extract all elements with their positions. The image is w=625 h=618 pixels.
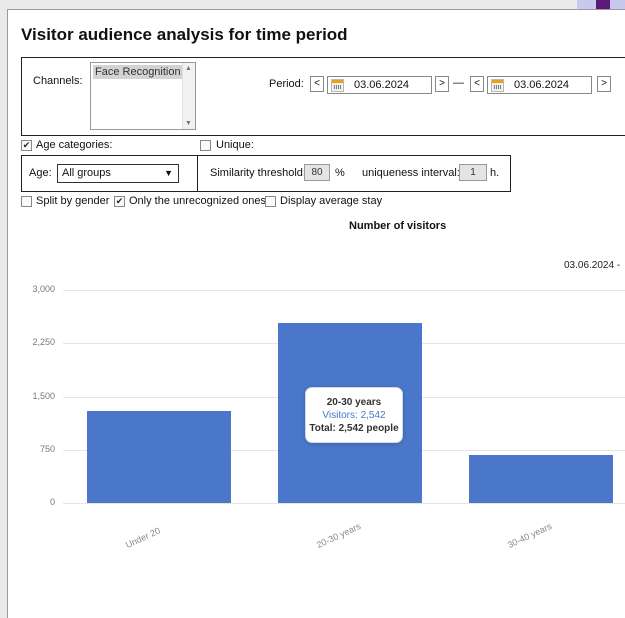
x-tick-label: 20-30 years xyxy=(314,520,362,551)
tooltip-title: 20-30 years xyxy=(326,397,382,408)
gridline xyxy=(63,290,625,291)
gridline xyxy=(63,503,625,504)
y-tick-label: 2,250 xyxy=(32,337,55,348)
chart-tooltip: 20-30 years Visitors: 2,542 Total: 2,542… xyxy=(305,387,403,443)
analysis-panel: Visitor audience analysis for time perio… xyxy=(7,9,625,618)
y-tick-label: 0 xyxy=(49,497,55,507)
bar-chart: 0 750 1,500 2,250 3,000 Under 20 20-30 years 30… xyxy=(8,10,625,618)
bar-30-40-years[interactable] xyxy=(468,454,613,503)
y-tick-label: 3,000 xyxy=(32,284,55,294)
y-tick-label: 750 xyxy=(39,443,55,454)
bar-under-20[interactable] xyxy=(86,411,231,503)
tooltip-visitors: Visitors: 2,542 xyxy=(322,410,386,421)
tooltip-total: Total: 2,542 people xyxy=(309,423,399,434)
x-tick-label: 30-40 years xyxy=(505,520,553,551)
x-tick-label: Under 20 xyxy=(123,525,162,551)
y-tick-label: 1,500 xyxy=(32,390,55,401)
